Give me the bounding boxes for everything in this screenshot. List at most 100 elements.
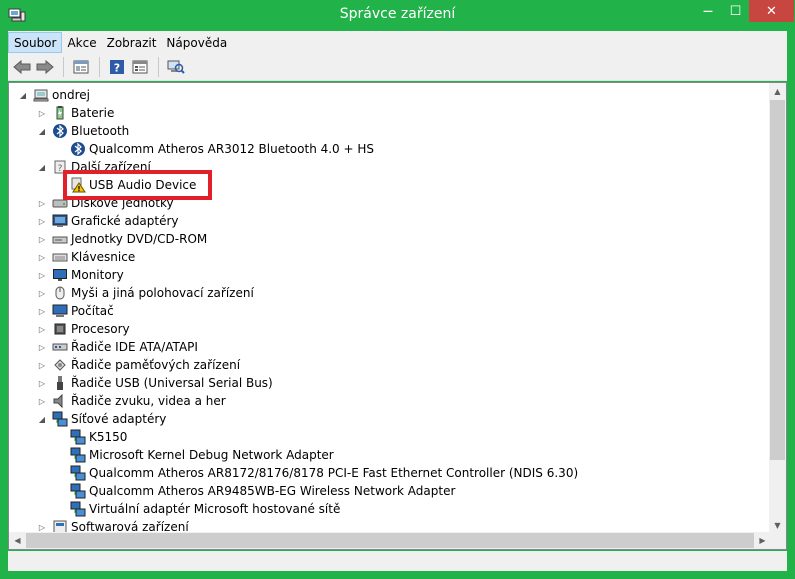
forward-button[interactable] (34, 56, 56, 78)
back-arrow-icon (13, 60, 31, 74)
tree-category-row[interactable]: ▷ Počítač (36, 302, 114, 320)
tree-item-label: Klávesnice (71, 250, 136, 264)
close-button[interactable]: ✕ (749, 0, 794, 22)
tree-child-row[interactable]: Microsoft Kernel Debug Network Adapter (54, 446, 334, 464)
horizontal-scrollbar[interactable]: ◀ ▶ (9, 532, 771, 549)
tree-category-row[interactable]: ▷ Řadiče USB (Universal Serial Bus) (36, 374, 273, 392)
tree-category-row[interactable]: ▷ Myši a jiná polohovací zařízení (36, 284, 254, 302)
computer-icon (33, 87, 49, 103)
close-icon: ✕ (766, 3, 777, 19)
bluetooth-icon (70, 141, 86, 157)
usb-icon (52, 375, 68, 391)
tree-item-label: Myši a jiná polohovací zařízení (71, 286, 254, 300)
scan-hardware-button[interactable] (165, 56, 187, 78)
tree-child-row[interactable]: Qualcomm Atheros AR3012 Bluetooth 4.0 + … (54, 140, 374, 158)
expanded-arrow-icon[interactable]: ◢ (36, 158, 48, 176)
mouse-icon (52, 285, 68, 301)
tree-category-row[interactable]: ◢ Bluetooth (36, 122, 129, 140)
maximize-icon: ☐ (729, 3, 742, 19)
tree-category-row[interactable]: ▷ Baterie (36, 104, 114, 122)
horizontal-scroll-thumb[interactable] (26, 533, 754, 548)
device-tree[interactable]: ◢ ondrej ▷ Baterie ◢ Bluetooth Qualcomm Athe… (8, 82, 787, 550)
maximize-button[interactable]: ☐ (722, 0, 749, 22)
keyboard-icon (52, 249, 68, 265)
speaker-icon (52, 393, 68, 409)
tree-category-row[interactable]: ◢ Síťové adaptéry (36, 410, 166, 428)
scroll-left-arrow-icon[interactable]: ◀ (9, 532, 26, 549)
minimize-icon: — (703, 5, 713, 17)
tree-item-label: Počítač (71, 304, 114, 318)
toolbar-separator (158, 57, 159, 77)
tree-category-row[interactable]: ▷ Procesory (36, 320, 130, 338)
properties-button[interactable] (70, 56, 92, 78)
expanded-arrow-icon[interactable]: ◢ (36, 410, 48, 428)
collapsed-arrow-icon[interactable]: ▷ (36, 320, 48, 338)
help-button[interactable]: ? (106, 56, 128, 78)
scroll-corner (769, 532, 786, 549)
tree-item-label: Baterie (71, 106, 115, 120)
collapsed-arrow-icon[interactable]: ▷ (36, 284, 48, 302)
dvd-drive-icon (52, 231, 68, 247)
tree-root-row[interactable]: ◢ ondrej (17, 86, 90, 104)
svg-text:?: ? (114, 62, 120, 75)
collapsed-arrow-icon[interactable]: ▷ (36, 194, 48, 212)
tree-item-label: K5150 (89, 430, 128, 444)
tree-child-row[interactable]: Qualcomm Atheros AR9485WB-EG Wireless Ne… (54, 482, 455, 500)
collapsed-arrow-icon[interactable]: ▷ (36, 356, 48, 374)
tree-item-label: Řadiče IDE ATA/ATAPI (71, 340, 198, 354)
collapsed-arrow-icon[interactable]: ▷ (36, 248, 48, 266)
tree-item-label: Microsoft Kernel Debug Network Adapter (89, 448, 334, 462)
device-view-button[interactable] (129, 56, 151, 78)
tree-category-row[interactable]: ▷ Řadiče IDE ATA/ATAPI (36, 338, 198, 356)
collapsed-arrow-icon[interactable]: ▷ (36, 266, 48, 284)
menu-zobrazit[interactable]: Zobrazit (102, 32, 162, 53)
collapsed-arrow-icon[interactable]: ▷ (36, 392, 48, 410)
menu-soubor[interactable]: Soubor (8, 32, 63, 53)
network-adapter-icon (70, 429, 86, 445)
ide-controller-icon (52, 339, 68, 355)
tree-item-label: Qualcomm Atheros AR8172/8176/8178 PCI-E … (89, 466, 579, 480)
collapsed-arrow-icon[interactable]: ▷ (36, 212, 48, 230)
collapsed-arrow-icon[interactable]: ▷ (36, 230, 48, 248)
minimize-button[interactable]: — (694, 0, 722, 22)
tree-category-row[interactable]: ▷ Monitory (36, 266, 124, 284)
network-adapter-icon (70, 447, 86, 463)
expanded-arrow-icon[interactable]: ◢ (36, 122, 48, 140)
vertical-scroll-thumb[interactable] (770, 100, 785, 460)
tree-child-row[interactable]: Virtuální adaptér Microsoft hostované sí… (54, 500, 340, 518)
computer-icon (52, 303, 68, 319)
collapsed-arrow-icon[interactable]: ▷ (36, 338, 48, 356)
help-icon: ? (110, 60, 124, 75)
tree-category-row[interactable]: ▷ Grafické adaptéry (36, 212, 179, 230)
tree-child-row[interactable]: Qualcomm Atheros AR8172/8176/8178 PCI-E … (54, 464, 578, 482)
status-bar (8, 551, 787, 571)
tree-category-row[interactable]: ▷ Klávesnice (36, 248, 135, 266)
toolbar: ? (8, 54, 787, 81)
tree-category-row[interactable]: ▷ Řadiče paměťových zařízení (36, 356, 240, 374)
menu-napoveda[interactable]: Nápověda (161, 32, 232, 53)
title-bar[interactable]: Správce zařízení — ☐ ✕ (0, 0, 795, 31)
tree-category-row[interactable]: ▷ Řadiče zvuku, videa a her (36, 392, 226, 410)
tree-item-label: Grafické adaptéry (71, 214, 179, 228)
toolbar-separator (63, 57, 64, 77)
tree-item-label: Řadiče USB (Universal Serial Bus) (71, 376, 273, 390)
tree-child-row[interactable]: K5150 (54, 428, 127, 446)
back-button[interactable] (11, 56, 33, 78)
scroll-up-arrow-icon[interactable]: ▲ (769, 83, 786, 100)
device-view-icon (132, 60, 148, 74)
menu-akce[interactable]: Akce (62, 32, 101, 53)
forward-arrow-icon (36, 60, 54, 74)
tree-item-label: Qualcomm Atheros AR3012 Bluetooth 4.0 + … (89, 142, 375, 156)
highlight-annotation-box (63, 170, 212, 200)
tree-item-label: Bluetooth (71, 124, 130, 138)
vertical-scrollbar[interactable]: ▲ ▼ (769, 83, 786, 534)
collapsed-arrow-icon[interactable]: ▷ (36, 374, 48, 392)
collapsed-arrow-icon[interactable]: ▷ (36, 302, 48, 320)
tree-category-row[interactable]: ▷ Jednotky DVD/CD-ROM (36, 230, 207, 248)
expanded-arrow-icon[interactable]: ◢ (17, 86, 29, 104)
collapsed-arrow-icon[interactable]: ▷ (36, 104, 48, 122)
